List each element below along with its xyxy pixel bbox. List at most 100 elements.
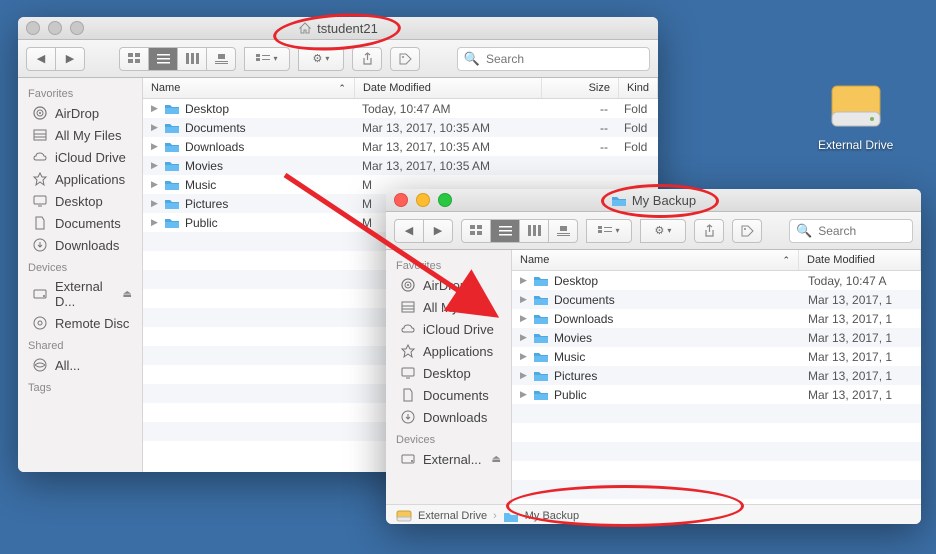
action-button[interactable]: ⚙▾ bbox=[298, 47, 344, 71]
view-columns[interactable] bbox=[178, 47, 207, 71]
table-row[interactable]: ▶MoviesMar 13, 2017, 10:35 AM bbox=[143, 156, 658, 175]
view-icon[interactable] bbox=[119, 47, 149, 71]
disclosure-triangle[interactable]: ▶ bbox=[520, 294, 528, 305]
disclosure-triangle[interactable]: ▶ bbox=[151, 179, 159, 190]
sidebar-item[interactable]: iCloud Drive bbox=[386, 318, 511, 340]
sidebar-item[interactable]: Remote Disc bbox=[18, 312, 142, 334]
traffic-lights[interactable] bbox=[394, 193, 452, 207]
view-columns[interactable] bbox=[520, 219, 549, 243]
disclosure-triangle[interactable]: ▶ bbox=[151, 198, 159, 209]
table-row[interactable]: ▶DownloadsMar 13, 2017, 10:35 AM--Fold bbox=[143, 137, 658, 156]
disclosure-triangle[interactable]: ▶ bbox=[520, 389, 528, 400]
tags-button[interactable] bbox=[390, 47, 420, 71]
eject-icon[interactable]: ⏏ bbox=[492, 454, 501, 465]
disclosure-triangle[interactable]: ▶ bbox=[151, 122, 159, 133]
column-headers[interactable]: Name⌃ Date Modified bbox=[512, 250, 921, 271]
view-list[interactable] bbox=[149, 47, 178, 71]
col-name[interactable]: Name⌃ bbox=[143, 78, 355, 98]
sidebar-item[interactable]: External... ⏏ bbox=[386, 448, 511, 470]
sidebar-item-label: Downloads bbox=[423, 410, 487, 425]
toolbar: ◀ ▶ ▾ ⚙▾ 🔍 bbox=[18, 40, 658, 78]
sidebar-item-label: All... bbox=[55, 358, 80, 373]
sidebar-item[interactable]: Desktop bbox=[18, 190, 142, 212]
nav-buttons: ◀ ▶ bbox=[26, 47, 85, 71]
arrange-button[interactable]: ▾ bbox=[244, 47, 290, 71]
col-date[interactable]: Date Modified bbox=[799, 250, 921, 270]
table-row[interactable]: ▶MusicMar 13, 2017, 1 bbox=[512, 347, 921, 366]
back-button[interactable]: ◀ bbox=[394, 219, 424, 243]
share-button[interactable] bbox=[694, 219, 724, 243]
disclosure-triangle[interactable]: ▶ bbox=[520, 313, 528, 324]
col-date[interactable]: Date Modified bbox=[355, 78, 542, 98]
disclosure-triangle[interactable]: ▶ bbox=[520, 370, 528, 381]
action-button[interactable]: ⚙▾ bbox=[640, 219, 686, 243]
sidebar-item[interactable]: External D...⏏ bbox=[18, 276, 142, 312]
sidebar-item[interactable]: iCloud Drive bbox=[18, 146, 142, 168]
disclosure-triangle[interactable]: ▶ bbox=[151, 103, 159, 114]
traffic-lights[interactable] bbox=[26, 21, 84, 35]
forward-button[interactable]: ▶ bbox=[424, 219, 453, 243]
search-input[interactable] bbox=[816, 223, 921, 239]
disclosure-triangle[interactable]: ▶ bbox=[151, 160, 159, 171]
file-date: Today, 10:47 AM bbox=[354, 102, 540, 116]
path-drive[interactable]: External Drive bbox=[418, 510, 487, 522]
file-name: Downloads bbox=[185, 140, 244, 154]
sidebar-item[interactable]: Downloads bbox=[386, 406, 511, 428]
empty-row bbox=[512, 480, 921, 499]
tags-button[interactable] bbox=[732, 219, 762, 243]
view-buttons bbox=[119, 47, 236, 71]
sidebar-item[interactable]: All My Files bbox=[18, 124, 142, 146]
share-icon bbox=[362, 52, 373, 65]
disclosure-triangle[interactable]: ▶ bbox=[151, 141, 159, 152]
view-coverflow[interactable] bbox=[549, 219, 578, 243]
sidebar-item[interactable]: Downloads bbox=[18, 234, 142, 256]
table-row[interactable]: ▶MoviesMar 13, 2017, 1 bbox=[512, 328, 921, 347]
view-list[interactable] bbox=[491, 219, 520, 243]
col-name[interactable]: Name⌃ bbox=[512, 250, 799, 270]
view-coverflow[interactable] bbox=[207, 47, 236, 71]
table-row[interactable]: ▶PublicMar 13, 2017, 1 bbox=[512, 385, 921, 404]
sidebar-item[interactable]: AirDrop bbox=[386, 274, 511, 296]
sidebar-item[interactable]: All My Files bbox=[386, 296, 511, 318]
path-bar[interactable]: External Drive › My Backup bbox=[386, 504, 921, 524]
share-button[interactable] bbox=[352, 47, 382, 71]
table-row[interactable]: ▶DesktopToday, 10:47 A bbox=[512, 271, 921, 290]
table-row[interactable]: ▶DesktopToday, 10:47 AM--Fold bbox=[143, 99, 658, 118]
arrange-button[interactable]: ▾ bbox=[586, 219, 632, 243]
view-icon[interactable] bbox=[461, 219, 491, 243]
folder-icon bbox=[611, 194, 627, 207]
file-name: Movies bbox=[185, 159, 223, 173]
sidebar-item[interactable]: AirDrop bbox=[18, 102, 142, 124]
forward-button[interactable]: ▶ bbox=[56, 47, 85, 71]
table-row[interactable]: ▶DocumentsMar 13, 2017, 1 bbox=[512, 290, 921, 309]
table-row[interactable]: ▶DownloadsMar 13, 2017, 1 bbox=[512, 309, 921, 328]
col-size[interactable]: Size bbox=[542, 78, 619, 98]
sidebar-item-label: Documents bbox=[423, 388, 489, 403]
disclosure-triangle[interactable]: ▶ bbox=[520, 332, 528, 343]
search-input[interactable] bbox=[484, 51, 643, 67]
file-list[interactable]: ▶DesktopToday, 10:47 A▶DocumentsMar 13, … bbox=[512, 271, 921, 504]
eject-icon[interactable]: ⏏ bbox=[123, 289, 132, 300]
disclosure-triangle[interactable]: ▶ bbox=[151, 217, 159, 228]
sidebar-item[interactable]: Documents bbox=[386, 384, 511, 406]
sidebar-icon bbox=[32, 171, 48, 187]
sidebar-item[interactable]: Applications bbox=[386, 340, 511, 362]
desktop-drive[interactable]: External Drive bbox=[818, 78, 893, 152]
sidebar-item[interactable]: All... bbox=[18, 354, 142, 376]
sidebar-item[interactable]: Documents bbox=[18, 212, 142, 234]
titlebar[interactable]: tstudent21 bbox=[18, 17, 658, 40]
sidebar-item[interactable]: Desktop bbox=[386, 362, 511, 384]
table-row[interactable]: ▶DocumentsMar 13, 2017, 10:35 AM--Fold bbox=[143, 118, 658, 137]
back-button[interactable]: ◀ bbox=[26, 47, 56, 71]
column-headers[interactable]: Name⌃ Date Modified Size Kind bbox=[143, 78, 658, 99]
disclosure-triangle[interactable]: ▶ bbox=[520, 275, 528, 286]
table-row[interactable]: ▶PicturesMar 13, 2017, 1 bbox=[512, 366, 921, 385]
col-kind[interactable]: Kind bbox=[619, 78, 658, 98]
search-field[interactable]: 🔍 bbox=[789, 219, 913, 243]
file-date: Mar 13, 2017, 1 bbox=[800, 312, 921, 326]
sidebar-item[interactable]: Applications bbox=[18, 168, 142, 190]
path-folder[interactable]: My Backup bbox=[525, 510, 579, 522]
titlebar[interactable]: My Backup bbox=[386, 189, 921, 212]
disclosure-triangle[interactable]: ▶ bbox=[520, 351, 528, 362]
search-field[interactable]: 🔍 bbox=[457, 47, 650, 71]
